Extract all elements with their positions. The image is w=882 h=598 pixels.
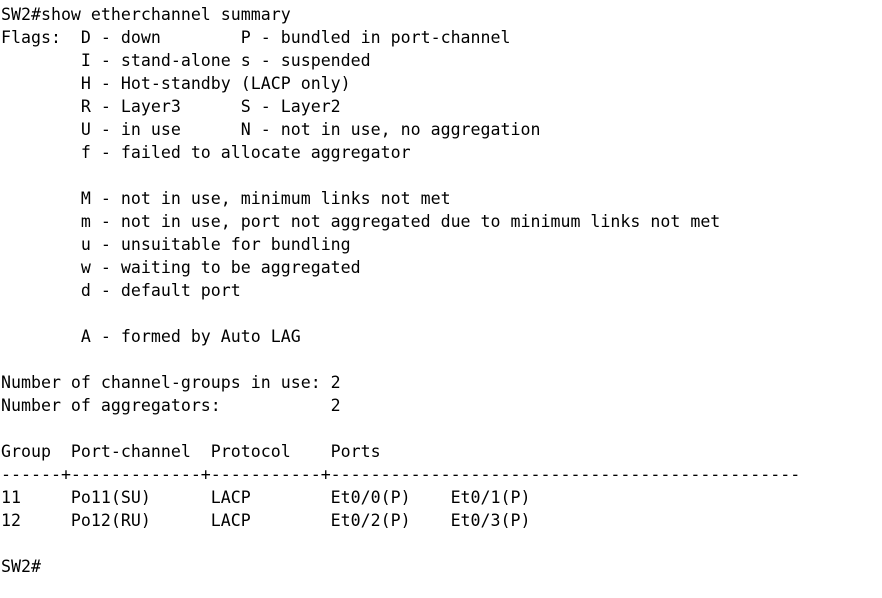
flags-legend-line-autolag: A - formed by Auto LAG	[1, 327, 301, 346]
flags-legend-line-standalone: I - stand-alone s - suspended	[1, 51, 371, 70]
table-separator-row: ------+-------------+-----------+-------…	[1, 465, 801, 484]
flags-legend-line-down: Flags: D - down P - bundled in port-chan…	[1, 28, 511, 47]
flags-legend-line-failed: f - failed to allocate aggregator	[1, 143, 411, 162]
terminal-output-pane[interactable]: SW2#show etherchannel summary Flags: D -…	[0, 0, 882, 598]
flags-legend-line-defaultport: d - default port	[1, 281, 241, 300]
flags-legend-line-waiting: w - waiting to be aggregated	[1, 258, 361, 277]
flags-legend-line-hotstandby: H - Hot-standby (LACP only)	[1, 74, 351, 93]
command-line: SW2#show etherchannel summary	[1, 5, 291, 24]
table-row: 12 Po12(RU) LACP Et0/2(P) Et0/3(P)	[1, 511, 531, 530]
channel-groups-count-line: Number of channel-groups in use: 2	[1, 373, 341, 392]
table-row: 11 Po11(SU) LACP Et0/0(P) Et0/1(P)	[1, 488, 531, 507]
shell-prompt-line[interactable]: SW2#	[1, 555, 882, 578]
flags-legend-line-layer3: R - Layer3 S - Layer2	[1, 97, 341, 116]
flags-legend-line-portnotaggregated: m - not in use, port not aggregated due …	[1, 212, 721, 231]
flags-legend-line-unsuitable: u - unsuitable for bundling	[1, 235, 351, 254]
aggregators-count-line: Number of aggregators: 2	[1, 396, 341, 415]
flags-legend-line-inuse: U - in use N - not in use, no aggregatio…	[1, 120, 541, 139]
flags-legend-line-minlinks: M - not in use, minimum links not met	[1, 189, 451, 208]
table-header-row: Group Port-channel Protocol Ports	[1, 442, 381, 461]
